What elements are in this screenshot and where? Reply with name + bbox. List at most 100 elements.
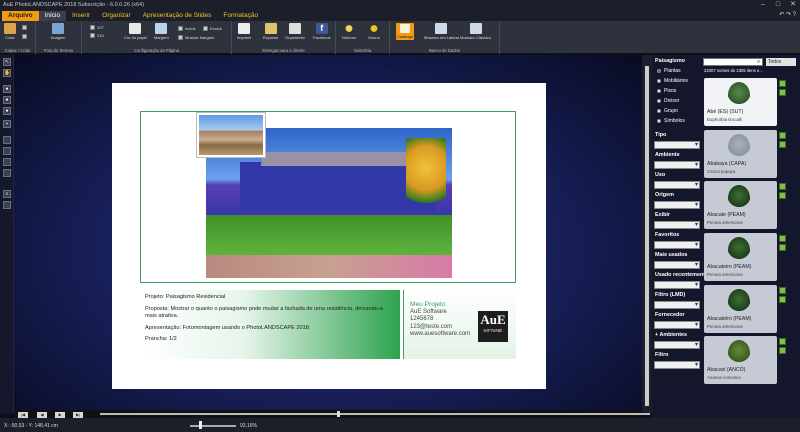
plant-card[interactable]: Abacatelro (PEAM) Persea americana: [704, 285, 777, 333]
zoom-slider-knob[interactable]: [199, 421, 202, 429]
print-button[interactable]: Imprimir: [237, 23, 251, 40]
add-to-page-icon[interactable]: [779, 235, 786, 242]
paper-color-button[interactable]: Cor do papel: [124, 23, 147, 40]
horizontal-scroll-thumb[interactable]: [100, 413, 650, 415]
favorite-icon[interactable]: [779, 296, 786, 303]
pan-tool-icon[interactable]: ✋: [3, 69, 11, 77]
page-width-spinner[interactable]: 297: [90, 25, 104, 30]
tool-icon[interactable]: [3, 169, 11, 177]
day-button[interactable]: Diurno: [368, 23, 380, 40]
add-to-page-icon[interactable]: [779, 80, 786, 87]
tool-icon[interactable]: [3, 147, 11, 155]
minimize-button[interactable]: –: [756, 0, 770, 10]
paste-button[interactable]: Colar: [4, 23, 16, 40]
filter-dropdown-mais-ambientes[interactable]: [654, 341, 700, 349]
show-margin-checkbox[interactable]: Mostrar Margem: [178, 35, 214, 40]
radio-divisor[interactable]: Divisor: [657, 98, 679, 104]
radio-grupo[interactable]: Grupo: [657, 108, 678, 114]
lawn-shape: [206, 215, 452, 255]
classic-mosaic-button[interactable]: Mosaico Clássico: [460, 23, 491, 40]
tab-inicio[interactable]: Início: [38, 11, 67, 21]
plant-card[interactable]: Abacaxi (ANCO) Ananas comosus: [704, 336, 777, 384]
filter-select[interactable]: Todos: [766, 58, 796, 66]
filter-dropdown-origem[interactable]: [654, 201, 700, 209]
ribbon: Colar Copiar / Colar Imagem Foto do Terr…: [0, 21, 800, 54]
add-to-page-icon[interactable]: [779, 132, 786, 139]
calculator-icon: [288, 23, 301, 34]
favorite-icon[interactable]: [779, 89, 786, 96]
tool-icon[interactable]: ▪: [3, 120, 11, 128]
filter-dropdown-exibir[interactable]: [654, 221, 700, 229]
project-line: Projeto: Paisagismo Residencial: [145, 294, 226, 300]
group-foto-terreno: Imagem Foto do Terreno: [36, 21, 82, 54]
favorite-icon[interactable]: [779, 192, 786, 199]
plant-thumbnail: [728, 289, 750, 315]
filter-dropdown-recentes[interactable]: [654, 281, 700, 289]
catalog-button[interactable]: Catálogo: [396, 23, 415, 40]
export-button[interactable]: Exportar: [263, 23, 278, 40]
plant-card[interactable]: Ababaya (CAPA) Carica papaya: [704, 130, 777, 178]
favorite-icon[interactable]: [779, 347, 786, 354]
radio-mobiliarios[interactable]: Mobiliários: [657, 78, 688, 84]
description-box[interactable]: Projeto: Paisagismo Residencial Proposta…: [140, 290, 400, 359]
favorite-icon[interactable]: [779, 141, 786, 148]
group-label: Entregar para o cliente: [262, 48, 305, 53]
tab-formatacao[interactable]: Formatação: [217, 11, 264, 21]
menu-file[interactable]: Arquivo: [2, 11, 39, 21]
filter-label-uso: Uso: [655, 172, 666, 178]
path-shape: [206, 255, 452, 278]
zoom-tool-icon[interactable]: ⌕: [3, 190, 11, 198]
side-mosaic-button[interactable]: Mosaico em Lateral: [424, 23, 459, 40]
search-input[interactable]: [703, 58, 763, 66]
before-photo-thumbnail[interactable]: [196, 112, 266, 158]
filter-dropdown-tipo[interactable]: [654, 141, 700, 149]
vertical-scroll-thumb[interactable]: [645, 66, 649, 406]
filter-dropdown-mais-usados[interactable]: [654, 261, 700, 269]
facebook-icon: f: [315, 23, 328, 34]
filter-dropdown-ambiente[interactable]: [654, 161, 700, 169]
plant-card[interactable]: Abacateiro (PEAM) Persea americana: [704, 233, 777, 281]
tool-icon[interactable]: [3, 136, 11, 144]
facebook-button[interactable]: f Facebook: [313, 23, 331, 40]
budget-button[interactable]: Orçamento: [285, 23, 305, 40]
tab-organizar[interactable]: Organizar: [96, 11, 137, 21]
presentation-line: Apresentação: Fotomontagem usando o Phot…: [145, 324, 311, 331]
filter-dropdown-fornecedor[interactable]: [654, 321, 700, 329]
tool-icon[interactable]: ●: [3, 107, 11, 115]
image-button[interactable]: Imagem: [51, 23, 65, 40]
margin-icon: [155, 23, 168, 34]
radio-plantas[interactable]: Plantas: [657, 68, 681, 74]
radio-pisos[interactable]: Pisos: [657, 88, 676, 94]
add-to-page-icon[interactable]: [779, 183, 786, 190]
tool-icon[interactable]: [3, 158, 11, 166]
tab-apresentacao[interactable]: Apresentação de Slides: [137, 11, 218, 21]
filter-dropdown-filtro[interactable]: [654, 361, 700, 369]
page-height-spinner[interactable]: 210: [90, 33, 104, 38]
tool-icon[interactable]: ●: [3, 85, 11, 93]
tool-icon[interactable]: ●: [3, 96, 11, 104]
zoom-slider[interactable]: [190, 425, 236, 427]
plant-card[interactable]: Abé (ES) (SUT) Euphorbia tirucalli: [704, 78, 777, 126]
filter-dropdown-uso[interactable]: [654, 181, 700, 189]
search-icon[interactable]: ⌕: [757, 58, 763, 66]
filter-dropdown-favoritos[interactable]: [654, 241, 700, 249]
exclude-button[interactable]: Excluir: [203, 26, 222, 31]
add-to-page-icon[interactable]: [779, 287, 786, 294]
filter-dropdown-lmd[interactable]: [654, 301, 700, 309]
quick-actions-icons[interactable]: ↶ ↷ ?: [779, 11, 796, 18]
tab-inserir[interactable]: Inserir: [66, 11, 96, 21]
include-button[interactable]: Incluir: [178, 26, 196, 31]
close-button[interactable]: ✕: [786, 0, 800, 10]
copy-icon[interactable]: [22, 34, 27, 39]
horizontal-scroll-knob[interactable]: [337, 411, 340, 417]
tool-icon[interactable]: [3, 201, 11, 209]
margin-button[interactable]: Margem: [154, 23, 169, 40]
add-to-page-icon[interactable]: [779, 338, 786, 345]
maximize-button[interactable]: □: [771, 0, 785, 10]
radio-simbolos[interactable]: Símbolos: [657, 118, 685, 124]
favorite-icon[interactable]: [779, 244, 786, 251]
plant-card[interactable]: Abacate (PEAM) Persea americana: [704, 181, 777, 229]
night-button[interactable]: Noturno: [342, 23, 356, 40]
select-tool-icon[interactable]: ↖: [3, 58, 11, 66]
cut-icon[interactable]: [22, 25, 27, 30]
